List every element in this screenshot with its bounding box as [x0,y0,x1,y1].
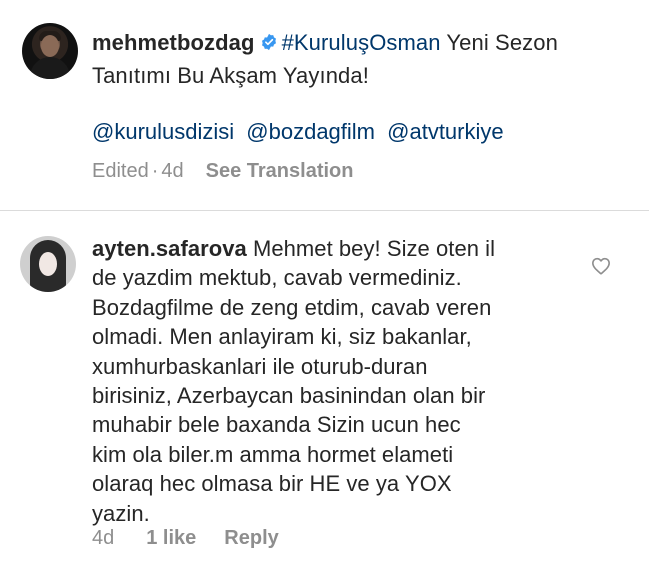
avatar-face [41,35,59,57]
comment-meta: 4d 1 like Reply [92,525,279,551]
comment-likes-button[interactable]: 1 like [146,527,196,549]
meta-separator: · [151,160,159,182]
edited-label: Edited [92,160,149,182]
comment-age: 4d [92,527,115,549]
verified-badge-icon [261,33,276,51]
post-author-avatar[interactable] [22,23,78,79]
mention-link[interactable]: @bozdagfilm [246,119,375,144]
commenter-username[interactable]: ayten.safarova [92,236,247,261]
mention-link[interactable]: @atvturkiye [387,119,503,144]
comment-line-text: Mehmet bey! Size oten il [252,236,496,261]
post-meta: Edited · 4d See Translation [92,158,353,184]
avatar-face [39,252,57,276]
reply-button[interactable]: Reply [224,527,278,549]
comment-line: ayten.safarova Mehmet bey! Size oten il [92,234,572,263]
comment-line: muhabir bele baxanda Sizin ucun hec [92,412,461,438]
caption-hashtag[interactable]: #KuruluşOsman [282,30,441,55]
heart-outline-icon[interactable] [591,257,611,275]
comment-line: xumhurbaskanlari ile oturub-duran [92,353,428,379]
divider [0,210,649,211]
comment-line: Bozdagfilme de zeng etdim, cavab veren [92,294,492,320]
avatar-shoulders [30,57,70,79]
mention-link[interactable]: @kurulusdizisi [92,119,234,144]
comment-line: olmadi. Men anlayiram ki, siz bakanlar, [92,324,472,350]
caption-mentions: @kurulusdizisi @bozdagfilm @atvturkiye [92,118,510,146]
comment-line: de yazdim mektub, cavab vermediniz. [92,265,462,291]
post-caption: mehmetbozdag #KuruluşOsman Yeni Sezon Ta… [0,0,649,210]
post-author-username[interactable]: mehmetbozdag [92,30,255,55]
comment-line: yazin. [92,500,150,526]
commenter-avatar[interactable] [20,236,76,292]
see-translation-button[interactable]: See Translation [206,160,354,182]
comment-line: olaraq hec olmasa bir HE ve ya YOX [92,471,452,497]
comment-body: ayten.safarova Mehmet bey! Size oten il … [92,234,572,528]
comment-line: birisiniz, Azerbaycan basinindan olan bi… [92,383,486,409]
comment-line: kim ola biler.m amma hormet elameti [92,441,454,467]
caption-text: mehmetbozdag #KuruluşOsman Yeni Sezon Ta… [92,26,622,92]
post-age: 4d [161,160,184,182]
